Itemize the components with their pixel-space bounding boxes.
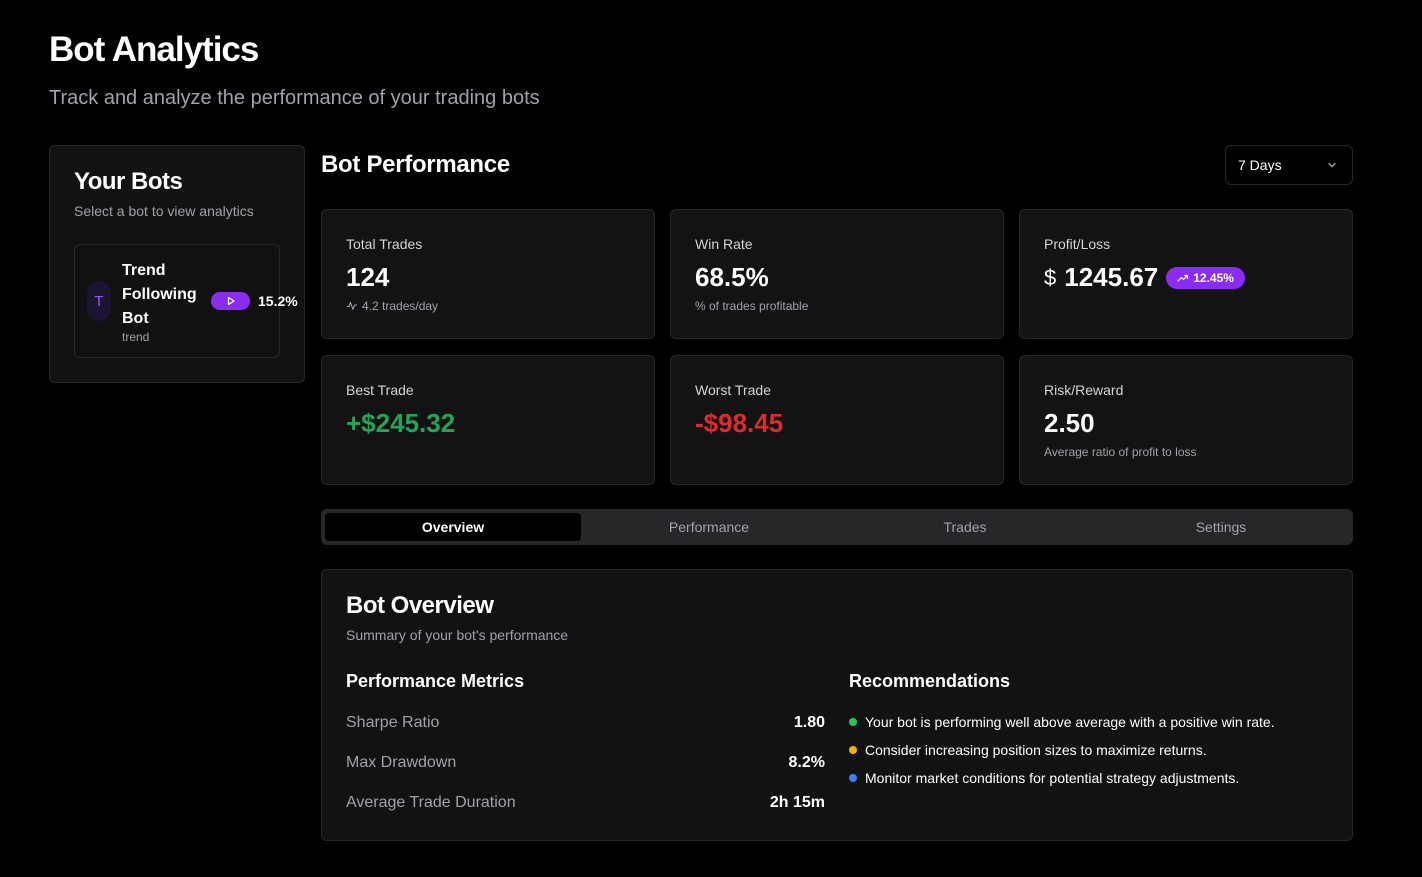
recommendation-text: Consider increasing position sizes to ma… [865,742,1207,758]
metric-label: Average Trade Duration [346,794,516,811]
performance-title: Bot Performance [321,151,510,178]
stat-value: 1245.67 [1064,262,1159,292]
profit-change-value: 12.45% [1193,270,1234,285]
recommendation-item: Monitor market conditions for potential … [849,770,1239,786]
stat-value: 2.50 [1044,408,1095,438]
recommendation-item: Consider increasing position sizes to ma… [849,742,1207,758]
bot-avatar: T [87,281,111,321]
metric-value: 1.80 [793,714,825,731]
stat-label: Win Rate [695,236,753,252]
metric-value: 2h 15m [769,794,825,811]
stat-card-profit-loss: Profit/Loss $ 1245.67 12.45% [1019,209,1353,339]
recommendation-text: Monitor market conditions for potential … [865,770,1240,786]
recommendation-item: Your bot is performing well above averag… [849,714,1275,730]
time-range-value: 7 Days [1238,157,1282,173]
stat-label: Worst Trade [695,382,771,398]
bot-card-trend-following[interactable]: T Trend Following Bot trend 15.2% [74,244,298,358]
stat-note: Average ratio of profit to loss [1044,445,1197,459]
chevron-down-icon [1328,162,1336,168]
tab-overview[interactable]: Overview [325,513,581,541]
recommendations-title: Recommendations [849,671,1011,691]
metric-row-sharpe-ratio: Sharpe Ratio 1.80 [346,714,825,732]
bots-panel-subtitle: Select a bot to view analytics [74,203,254,219]
status-dot-icon [849,746,857,754]
overview-subtitle: Summary of your bot's performance [346,627,569,643]
metric-row-avg-trade-duration: Average Trade Duration 2h 15m [346,794,825,812]
stat-label: Total Trades [346,236,423,252]
stat-card-risk-reward: Risk/Reward 2.50 Average ratio of profit… [1019,355,1353,485]
profit-loss-row: $ 1245.67 12.45% [1044,262,1245,293]
bots-panel: Your Bots Select a bot to view analytics… [49,145,305,383]
stat-label: Profit/Loss [1044,236,1111,252]
time-range-select[interactable]: 7 Days [1225,145,1353,185]
trades-per-day: 4.2 trades/day [362,299,439,313]
stat-note: % of trades profitable [695,299,809,313]
bot-name: Trend Following Bot [122,262,197,327]
overview-title: Bot Overview [346,592,494,619]
stat-card-total-trades: Total Trades 124 4.2 trades/day [321,209,655,339]
analytics-tabs: Overview Performance Trades Settings [321,509,1353,545]
bot-return: 15.2% [258,293,298,309]
bot-status-badge[interactable] [211,292,250,310]
dollar-sign-icon: $ [1044,264,1057,290]
status-dot-icon [849,718,857,726]
stat-card-win-rate: Win Rate 68.5% % of trades profitable [670,209,1004,339]
metric-label: Max Drawdown [346,754,457,771]
stat-value: 124 [346,262,390,292]
metrics-title: Performance Metrics [346,671,525,691]
stat-value: +$245.32 [346,408,456,438]
trending-up-icon [1177,274,1189,282]
metric-label: Sharpe Ratio [346,714,440,731]
stat-label: Best Trade [346,382,414,398]
tab-performance[interactable]: Performance [581,513,837,541]
tab-settings[interactable]: Settings [1093,513,1349,541]
metric-row-max-drawdown: Max Drawdown 8.2% [346,754,825,772]
stat-value: 68.5% [695,262,769,292]
recommendation-text: Your bot is performing well above averag… [865,714,1275,730]
status-dot-icon [849,774,857,782]
bots-panel-title: Your Bots [74,168,183,195]
stat-note: 4.2 trades/day [346,299,438,313]
stat-value: -$98.45 [695,408,784,438]
bot-overview-panel: Bot Overview Summary of your bot's perfo… [321,569,1353,841]
activity-icon [347,301,357,311]
page-subtitle: Track and analyze the performance of you… [49,87,540,109]
page-title: Bot Analytics [49,30,259,69]
bot-type: trend [122,330,150,344]
stat-card-worst-trade: Worst Trade -$98.45 [670,355,1004,485]
tab-trades[interactable]: Trades [837,513,1093,541]
metric-value: 8.2% [788,754,825,771]
stat-card-best-trade: Best Trade +$245.32 [321,355,655,485]
stat-label: Risk/Reward [1044,382,1124,398]
play-icon [227,296,235,306]
profit-change-badge: 12.45% [1166,266,1245,289]
